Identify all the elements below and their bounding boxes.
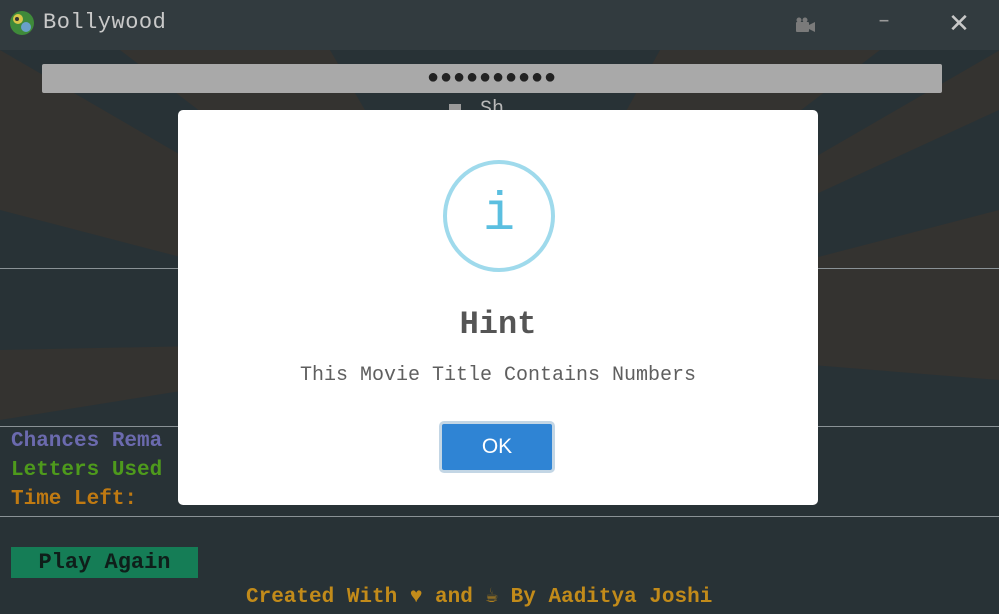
ok-button[interactable]: OK — [439, 421, 555, 473]
dialog-title: Hint — [459, 306, 537, 343]
window-title: Bollywood — [43, 10, 167, 35]
letters-used-label: Letters Used — [11, 459, 163, 482]
app-logo-icon — [9, 10, 35, 36]
footer-credits: Created With ♥ and ☕ By Aaditya Joshi — [246, 586, 713, 609]
dialog-message: This Movie Title Contains Numbers — [299, 364, 697, 387]
hint-dialog: i Hint This Movie Title Contains Numbers… — [178, 110, 818, 505]
play-again-button[interactable]: Play Again — [11, 547, 198, 578]
close-button[interactable]: ✕ — [946, 9, 972, 39]
minimize-button[interactable]: – — [872, 8, 896, 38]
info-icon-glyph: i — [482, 185, 516, 246]
hidden-movie-title: ●●●●●●●●●● — [42, 64, 942, 93]
video-camera-icon[interactable] — [793, 14, 817, 36]
time-left-label: Time Left: — [11, 488, 138, 511]
chances-remaining-label: Chances Rema — [11, 430, 163, 453]
title-bar: Bollywood – ✕ — [0, 0, 999, 50]
divider — [0, 516, 999, 517]
